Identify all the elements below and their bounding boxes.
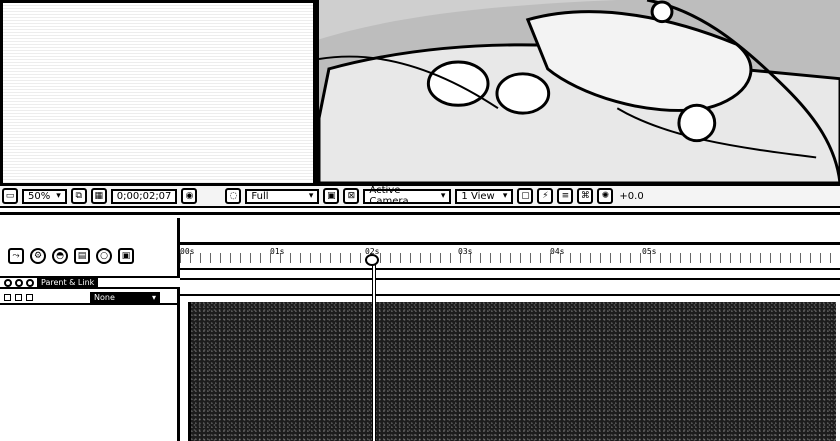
exposure-icon[interactable]: ✺ bbox=[597, 188, 614, 204]
column-header: Parent & Link bbox=[0, 276, 180, 289]
layer-duration-bar[interactable] bbox=[188, 302, 836, 441]
lock-icon[interactable] bbox=[26, 278, 34, 287]
checkbox-icon[interactable] bbox=[26, 293, 33, 301]
camera-value: Active Camera bbox=[369, 185, 409, 207]
viewer-image bbox=[319, 0, 840, 183]
parent-value: None bbox=[94, 292, 115, 302]
frame-blending-icon[interactable]: ⚙ bbox=[30, 248, 46, 264]
checkbox-icon[interactable] bbox=[4, 293, 11, 301]
project-panel bbox=[0, 0, 316, 186]
resolution-select[interactable]: Full ▾ bbox=[245, 188, 320, 204]
grid-icon[interactable]: ▦ bbox=[90, 188, 107, 204]
playhead-handle[interactable] bbox=[365, 254, 379, 266]
exposure-value[interactable]: +0.0 bbox=[617, 191, 645, 202]
parent-select[interactable]: None ▾ bbox=[90, 291, 160, 303]
region-of-interest-icon[interactable]: ◌ bbox=[225, 188, 242, 204]
view-layout-value: 1 View bbox=[461, 190, 495, 202]
camera-select[interactable]: Active Camera ▾ bbox=[363, 185, 452, 207]
timeline-switches: ⤳ ⚙ ◓ ▤ ○ ▣ bbox=[8, 248, 134, 264]
panel-divider bbox=[0, 212, 840, 215]
playhead-line[interactable] bbox=[372, 260, 376, 441]
video-toggle-icon[interactable] bbox=[4, 278, 12, 287]
chevron-down-icon: ▾ bbox=[151, 292, 156, 302]
camera-icon[interactable]: ◉ bbox=[181, 188, 198, 204]
composition-viewer[interactable] bbox=[316, 0, 840, 186]
work-area-bar[interactable] bbox=[180, 268, 840, 280]
layer-track[interactable] bbox=[180, 282, 840, 296]
fast-preview-icon[interactable]: ⚡ bbox=[537, 188, 554, 204]
parent-link-header[interactable]: Parent & Link bbox=[37, 277, 99, 288]
solo-icon[interactable]: ○ bbox=[96, 248, 112, 264]
layer-list: ⤳ ⚙ ◓ ▤ ○ ▣ Parent & Link None ▾ bbox=[0, 218, 180, 441]
zoom-select[interactable]: 50% ▾ bbox=[22, 188, 67, 204]
view-layout-select[interactable]: 1 View ▾ bbox=[455, 188, 514, 204]
chevron-down-icon: ▾ bbox=[308, 191, 314, 201]
ruler-label: 03s bbox=[458, 247, 473, 256]
layer-row[interactable]: None ▾ bbox=[0, 291, 180, 305]
motion-blur-icon[interactable]: ◓ bbox=[52, 248, 68, 264]
brainstorm-icon[interactable]: ▣ bbox=[118, 248, 134, 264]
3d-view-icon[interactable]: ⊠ bbox=[343, 188, 360, 204]
graph-editor-icon[interactable]: ▤ bbox=[74, 248, 90, 264]
time-ruler[interactable]: 00s 01s 02s 03s 04s 05s bbox=[180, 242, 840, 266]
timecode-field[interactable]: 0;00;02;07 bbox=[110, 188, 178, 204]
zoom-value: 50% bbox=[28, 190, 51, 202]
timecode-value: 0;00;02;07 bbox=[116, 190, 172, 202]
chevron-down-icon: ▾ bbox=[502, 191, 508, 201]
chevron-down-icon: ▾ bbox=[440, 191, 446, 201]
viewer-toolbar: ▭ 50% ▾ ⧉ ▦ 0;00;02;07 ◉ ◌ Full ▾ ▣ ⊠ Ac… bbox=[0, 185, 840, 208]
transparency-grid-icon[interactable]: ▣ bbox=[323, 188, 340, 204]
resolution-value: Full bbox=[251, 190, 269, 202]
ruler-label: 00s bbox=[180, 247, 195, 256]
ruler-label: 05s bbox=[642, 247, 657, 256]
monitor-icon[interactable]: ▭ bbox=[2, 188, 18, 204]
timeline-panel: ⤳ ⚙ ◓ ▤ ○ ▣ Parent & Link None ▾ 00s 01s bbox=[0, 208, 840, 441]
fit-icon[interactable]: ⧉ bbox=[70, 188, 87, 204]
toggle-pixel-aspect-icon[interactable]: ▢ bbox=[517, 188, 534, 204]
flowchart-icon[interactable]: ⌘ bbox=[577, 188, 594, 204]
checkbox-icon[interactable] bbox=[15, 293, 22, 301]
chevron-down-icon: ▾ bbox=[56, 191, 61, 201]
timeline-icon[interactable]: ≡ bbox=[557, 188, 574, 204]
ruler-label: 04s bbox=[550, 247, 565, 256]
ruler-label: 01s bbox=[270, 247, 285, 256]
shy-icon[interactable]: ⤳ bbox=[8, 248, 24, 264]
audio-toggle-icon[interactable] bbox=[15, 278, 23, 287]
